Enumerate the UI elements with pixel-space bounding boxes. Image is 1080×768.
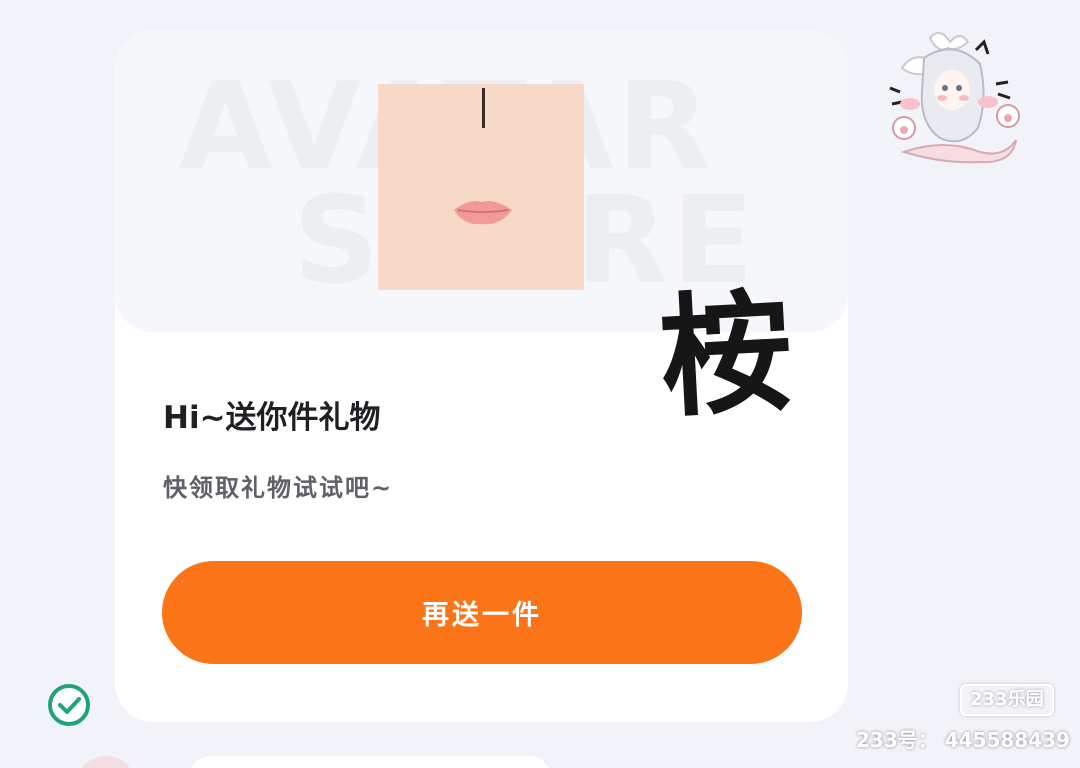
send-again-button[interactable]: 再送一件: [162, 561, 802, 664]
face-makeup-image: [378, 84, 584, 290]
gift-title: Hi~送你件礼物: [163, 400, 381, 436]
next-card[interactable]: [190, 756, 550, 768]
account-id: 233号： 445588439: [856, 728, 1070, 752]
brush-character-overlay: 桉: [656, 274, 796, 437]
check-circle-icon[interactable]: [47, 683, 91, 727]
avatar[interactable]: [76, 756, 136, 768]
gift-subtitle: 快领取礼物试试吧~: [163, 474, 394, 502]
gift-screen: AVATAR STORE Hi~送你件礼物 快领取礼物试试吧~ 再送一件 桉 2…: [0, 0, 1080, 768]
brand-badge: 233乐园: [960, 684, 1054, 716]
gift-item-image[interactable]: [378, 84, 584, 290]
anime-girl-sticker-icon: [889, 31, 1020, 164]
